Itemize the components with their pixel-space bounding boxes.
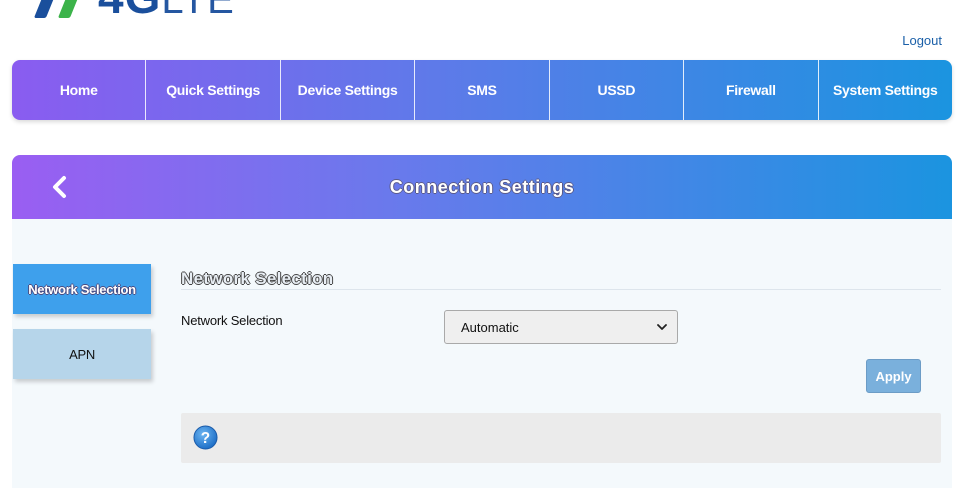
nav-item-home[interactable]: Home [12,60,147,120]
nav-item-system-settings[interactable]: System Settings [819,60,952,120]
question-circle-icon[interactable]: ? [193,425,218,450]
chevron-left-icon[interactable] [48,175,72,199]
section-header: Connection Settings [12,155,952,219]
section-title: Connection Settings [389,176,575,197]
nav-item-device-settings[interactable]: Device Settings [281,60,416,120]
sidebar-tab-apn[interactable]: APN [13,329,151,379]
brand-logo: 4GLTE [33,0,235,22]
main-nav: Home Quick Settings Device Settings SMS … [12,60,952,120]
select-value: Automatic [461,319,519,335]
nav-item-sms[interactable]: SMS [415,60,550,120]
logout-link[interactable]: Logout [902,33,942,48]
divider [181,289,941,290]
help-box: ? [181,413,941,463]
svg-text:?: ? [201,430,210,447]
panel-title: Network Selection [181,269,334,288]
nav-item-firewall[interactable]: Firewall [684,60,819,120]
network-selection-label: Network Selection [181,313,283,328]
nav-item-ussd[interactable]: USSD [550,60,685,120]
sidebar-tab-network-selection[interactable]: Network Selection [13,264,151,314]
logo-text: 4GLTE [98,0,235,22]
network-selection-select[interactable]: Automatic [444,310,678,344]
content-area: Network Selection APN Network Selection … [12,219,952,488]
chevron-down-icon [657,324,667,330]
router-admin-page: 4GLTE Logout Home Quick Settings Device … [0,0,976,488]
apply-button[interactable]: Apply [866,359,921,393]
logo-mark-icon [33,0,98,22]
nav-item-quick-settings[interactable]: Quick Settings [146,60,281,120]
